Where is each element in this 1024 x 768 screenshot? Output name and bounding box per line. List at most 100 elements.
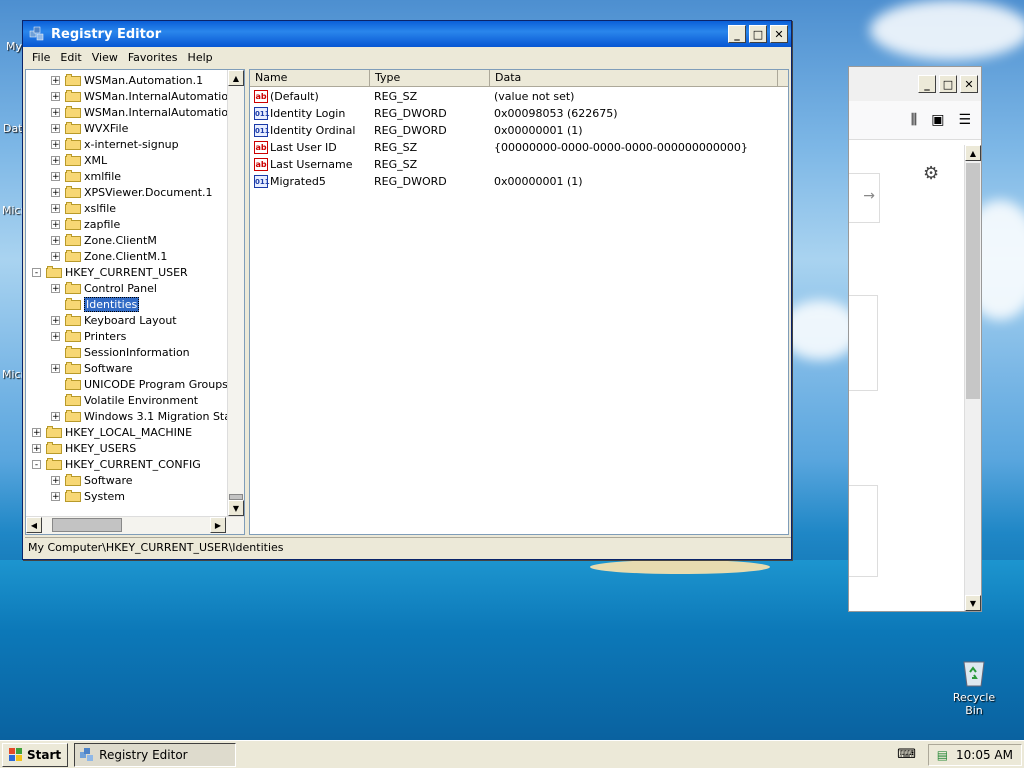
browser-window[interactable]: _ □ ✕ ⫼ ▣ ☰ ⚙ → ▲ ▼ — [848, 66, 982, 612]
tree-item[interactable]: Identities — [51, 296, 140, 312]
start-button[interactable]: Start — [2, 743, 69, 767]
expand-icon[interactable]: + — [32, 443, 41, 453]
scroll-thumb[interactable] — [966, 163, 980, 399]
collapse-icon[interactable]: - — [32, 267, 41, 277]
list-row[interactable]: 011Migrated5 REG_DWORD 0x00000001 (1) — [250, 173, 788, 190]
tree-item[interactable]: + HKEY_USERS — [32, 440, 136, 456]
minimize-button[interactable]: _ — [918, 75, 936, 93]
tree-item[interactable]: + Software — [51, 472, 133, 488]
expand-icon[interactable]: + — [51, 219, 60, 229]
tree-vertical-scrollbar[interactable]: ▲ ▼ — [227, 70, 244, 516]
menu-file[interactable]: File — [27, 51, 55, 64]
tree-item[interactable]: + System — [51, 488, 125, 504]
recycle-bin[interactable]: Recycle Bin — [944, 656, 1004, 717]
column-header-data[interactable]: Data — [490, 70, 778, 86]
menu-favorites[interactable]: Favorites — [123, 51, 183, 64]
tree-item[interactable]: + Zone.ClientM.1 — [51, 248, 167, 264]
menu-view[interactable]: View — [87, 51, 123, 64]
library-icon[interactable]: ⫼ — [911, 112, 917, 128]
expand-icon[interactable]: + — [51, 75, 60, 85]
scroll-down-button[interactable]: ▼ — [228, 500, 244, 516]
maximize-button[interactable]: □ — [939, 75, 957, 93]
column-header-type[interactable]: Type — [370, 70, 490, 86]
tree-item[interactable]: + Control Panel — [51, 280, 157, 296]
expand-icon[interactable]: + — [51, 283, 60, 293]
values-list[interactable]: Name Type Data ab (Default) REG_SZ (value n… — [249, 69, 789, 535]
arrow-right-icon[interactable]: → — [863, 188, 875, 204]
expand-icon[interactable]: + — [51, 139, 60, 149]
list-row[interactable]: 011Identity Login REG_DWORD 0x00098053 (62… — [250, 105, 788, 122]
tree-item[interactable]: + XML — [51, 152, 107, 168]
tree-item[interactable]: + Software — [51, 360, 133, 376]
list-row[interactable]: 011Identity Ordinal REG_DWORD 0x00000001 (… — [250, 122, 788, 139]
scroll-down-button[interactable]: ▼ — [965, 595, 981, 611]
expand-icon[interactable]: + — [51, 235, 60, 245]
menu-icon[interactable]: ☰ — [958, 112, 971, 128]
tree-item[interactable]: + WSMan.Automation.1 — [51, 72, 203, 88]
tree-horizontal-scrollbar[interactable]: ◀ ▶ — [26, 516, 244, 534]
expand-icon[interactable]: + — [51, 411, 60, 421]
sidebar-icon[interactable]: ▣ — [931, 112, 944, 128]
close-button[interactable]: ✕ — [770, 25, 788, 43]
expand-icon[interactable]: + — [51, 315, 60, 325]
column-header-name[interactable]: Name — [250, 70, 370, 86]
menu-edit[interactable]: Edit — [55, 51, 86, 64]
desktop-icon-label[interactable]: My — [6, 40, 22, 53]
tree-item[interactable]: + Zone.ClientM — [51, 232, 157, 248]
expand-icon[interactable]: + — [51, 91, 60, 101]
tree-item[interactable]: SessionInformation — [51, 344, 190, 360]
tree-item[interactable]: + xmlfile — [51, 168, 121, 184]
maximize-button[interactable]: □ — [749, 25, 767, 43]
expand-icon[interactable]: + — [51, 187, 60, 197]
scroll-up-button[interactable]: ▲ — [965, 145, 981, 161]
tree-item[interactable]: UNICODE Program Groups — [51, 376, 228, 392]
tree-item[interactable]: + XPSViewer.Document.1 — [51, 184, 213, 200]
tree-item[interactable]: Volatile Environment — [51, 392, 198, 408]
expand-icon[interactable]: + — [51, 491, 60, 501]
tree-item[interactable]: + Keyboard Layout — [51, 312, 177, 328]
scroll-left-button[interactable]: ◀ — [26, 517, 42, 533]
tree-item[interactable]: - HKEY_CURRENT_CONFIG — [32, 456, 201, 472]
expand-icon[interactable]: + — [51, 363, 60, 373]
registry-tree[interactable]: + WSMan.Automation.1 + WSMan.InternalAutoma… — [25, 69, 245, 535]
expand-icon[interactable]: + — [51, 251, 60, 261]
expand-icon[interactable]: + — [51, 171, 60, 181]
network-icon[interactable]: ▤ — [937, 748, 948, 762]
keyboard-icon[interactable]: ⌨ — [897, 747, 916, 762]
expand-icon[interactable]: + — [51, 475, 60, 485]
expand-icon[interactable]: + — [32, 427, 41, 437]
expand-icon[interactable]: + — [51, 331, 60, 341]
tree-item[interactable]: + xslfile — [51, 200, 116, 216]
expand-icon[interactable]: + — [51, 155, 60, 165]
expand-icon[interactable]: + — [51, 203, 60, 213]
folder-icon — [65, 202, 81, 214]
list-row[interactable]: ab (Default) REG_SZ (value not set) — [250, 88, 788, 105]
collapse-icon[interactable]: - — [32, 459, 41, 469]
scroll-up-button[interactable]: ▲ — [228, 70, 244, 86]
tree-item[interactable]: + x-internet-signup — [51, 136, 179, 152]
tree-item[interactable]: + Windows 3.1 Migration Statu — [51, 408, 242, 424]
clock[interactable]: 10:05 AM — [956, 748, 1013, 762]
scroll-right-button[interactable]: ▶ — [210, 517, 226, 533]
gear-icon[interactable]: ⚙ — [923, 163, 939, 184]
list-row[interactable]: ab Last User ID REG_SZ {00000000-0000-0000-… — [250, 139, 788, 156]
registry-editor-window[interactable]: Registry Editor _ □ ✕ File Edit View Fav… — [22, 20, 792, 560]
tree-item[interactable]: + WVXFile — [51, 120, 128, 136]
tree-item[interactable]: + WSMan.InternalAutomation — [51, 88, 235, 104]
taskbar-item-registry-editor[interactable]: Registry Editor — [74, 743, 237, 767]
tree-item[interactable]: - HKEY_CURRENT_USER — [32, 264, 188, 280]
tree-item[interactable]: + WSMan.InternalAutomation. — [51, 104, 239, 120]
expand-icon[interactable]: + — [51, 107, 60, 117]
tree-item[interactable]: + HKEY_LOCAL_MACHINE — [32, 424, 192, 440]
minimize-button[interactable]: _ — [728, 25, 746, 43]
expand-icon[interactable]: + — [51, 123, 60, 133]
close-button[interactable]: ✕ — [960, 75, 978, 93]
tree-item[interactable]: + zapfile — [51, 216, 120, 232]
menu-help[interactable]: Help — [183, 51, 218, 64]
folder-icon — [46, 458, 62, 470]
list-row[interactable]: ab Last Username REG_SZ — [250, 156, 788, 173]
browser-scrollbar[interactable]: ▲ ▼ — [964, 145, 981, 611]
tree-item[interactable]: + Printers — [51, 328, 126, 344]
scroll-thumb[interactable] — [52, 518, 122, 532]
value-name: (Default) — [270, 89, 319, 103]
